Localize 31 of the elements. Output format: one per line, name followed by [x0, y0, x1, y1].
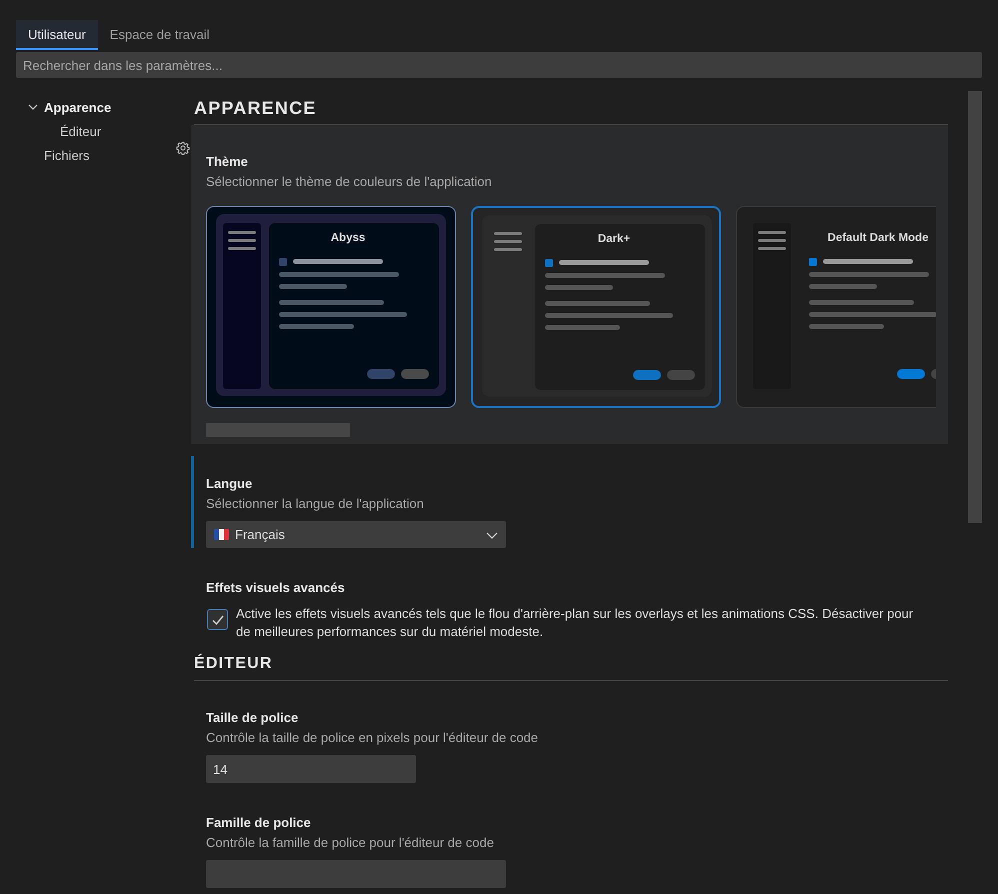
theme-card[interactable]: Abyss	[206, 206, 456, 408]
settings-tab[interactable]: Espace de travail	[98, 20, 222, 50]
section-heading: ÉDITEUR	[194, 652, 948, 681]
setting-description: Sélectionner la langue de l'application	[206, 495, 425, 513]
setting-title: Taille de police	[206, 709, 300, 727]
theme-card[interactable]: Default Dark Mode	[736, 206, 936, 408]
settings-tab[interactable]: Utilisateur	[16, 20, 98, 50]
theme-card[interactable]: Dark+	[471, 206, 721, 408]
setting-description: Contrôle la famille de police pour l'éditeur de code	[206, 834, 495, 852]
theme-name: Default Dark Mode	[826, 232, 930, 244]
setting-title: Effets visuels avancés	[206, 579, 346, 597]
tree-item[interactable]: Éditeur	[60, 124, 102, 138]
search-field[interactable]: Rechercher dans les paramètres...	[16, 52, 982, 78]
setting-title: Thème	[206, 153, 249, 171]
setting-title: Langue	[206, 475, 254, 493]
setting-description: Active les effets visuels avancés tels que le flou d'arrière-plan sur les overlays et les animations CSS. Désactiver pour de meilleures performances sur du matériel modeste.	[236, 605, 914, 641]
settings-icon[interactable]	[176, 141, 190, 155]
horizontal-scrollbar[interactable]	[206, 423, 350, 437]
vertical-scrollbar[interactable]	[968, 91, 982, 523]
font-family-field[interactable]	[206, 860, 506, 888]
theme-name: Abyss	[330, 232, 366, 244]
language-dropdown[interactable]: Français	[206, 521, 506, 548]
theme-name: Dark+	[596, 233, 632, 245]
setting-title: Famille de police	[206, 814, 312, 832]
setting-description: Sélectionner le thème de couleurs de l'application	[206, 173, 493, 191]
checkbox[interactable]	[207, 609, 228, 630]
flag-icon	[214, 529, 229, 540]
tree-item[interactable]: Apparence	[44, 100, 112, 114]
font-size-field[interactable]: 14	[206, 755, 416, 783]
tree-item[interactable]: Fichiers	[44, 148, 90, 162]
setting-description: Contrôle la taille de police en pixels pour l'éditeur de code	[206, 729, 540, 747]
